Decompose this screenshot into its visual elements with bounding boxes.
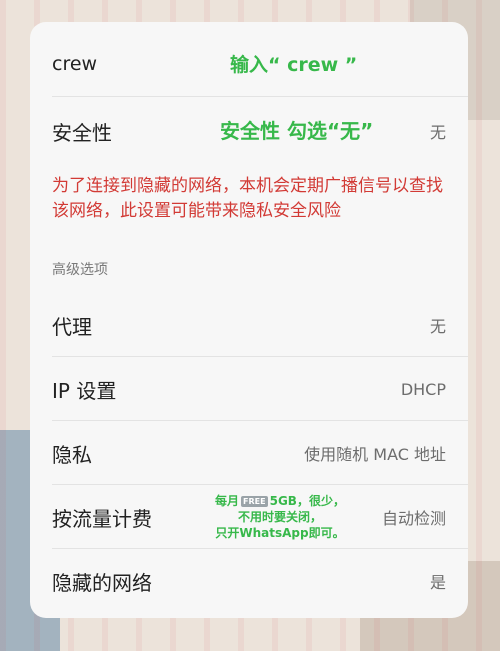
ip-settings-label: IP 设置 [52, 378, 117, 403]
security-annotation: 安全性 勾选“无” [220, 119, 374, 143]
metered-label: 按流量计费 [52, 506, 152, 531]
metered-annotation-pre: 每月 [215, 494, 240, 508]
metered-annotation-post: 5GB，很少， [269, 494, 345, 508]
metered-annotation: 每月 FREE 5GB，很少， 不用时要关闭， 只开WhatsApp即可。 [210, 493, 350, 541]
hidden-network-label: 隐藏的网络 [52, 570, 152, 595]
divider [52, 356, 468, 357]
metered-value: 自动检测 [381, 509, 446, 528]
wifi-settings-card: crew 输入“ crew ” 安全性 无 安全性 勾选“无” 为了连接到隐藏的… [30, 22, 468, 618]
metered-annotation-line2: 不用时要关闭， [237, 510, 322, 524]
privacy-value: 使用随机 MAC 地址 [304, 445, 446, 464]
ssid-annotation: 输入“ crew ” [230, 54, 358, 76]
divider [52, 484, 468, 485]
metered-annotation-line3: 只开WhatsApp即可。 [215, 526, 345, 540]
hidden-network-row[interactable]: 隐藏的网络 是 [52, 558, 446, 604]
hidden-network-warning: 为了连接到隐藏的网络，本机会定期广播信号以查找该网络，此设置可能带来隐私安全风险 [52, 176, 443, 221]
divider [52, 548, 468, 549]
free-badge-icon: FREE [241, 496, 268, 507]
privacy-row[interactable]: 隐私 使用随机 MAC 地址 [52, 430, 446, 476]
divider [52, 96, 468, 97]
proxy-row[interactable]: 代理 无 [52, 302, 446, 348]
privacy-label: 隐私 [52, 442, 92, 467]
security-label: 安全性 [52, 120, 112, 145]
divider [52, 420, 468, 421]
proxy-value: 无 [429, 317, 446, 336]
security-value: 无 [429, 123, 446, 142]
hidden-network-value: 是 [429, 573, 446, 592]
ip-settings-row[interactable]: IP 设置 DHCP [52, 366, 446, 412]
proxy-label: 代理 [52, 314, 92, 339]
advanced-options-header: 高级选项 [52, 262, 108, 278]
ssid-label: crew [52, 53, 98, 75]
ip-settings-value: DHCP [400, 379, 446, 399]
